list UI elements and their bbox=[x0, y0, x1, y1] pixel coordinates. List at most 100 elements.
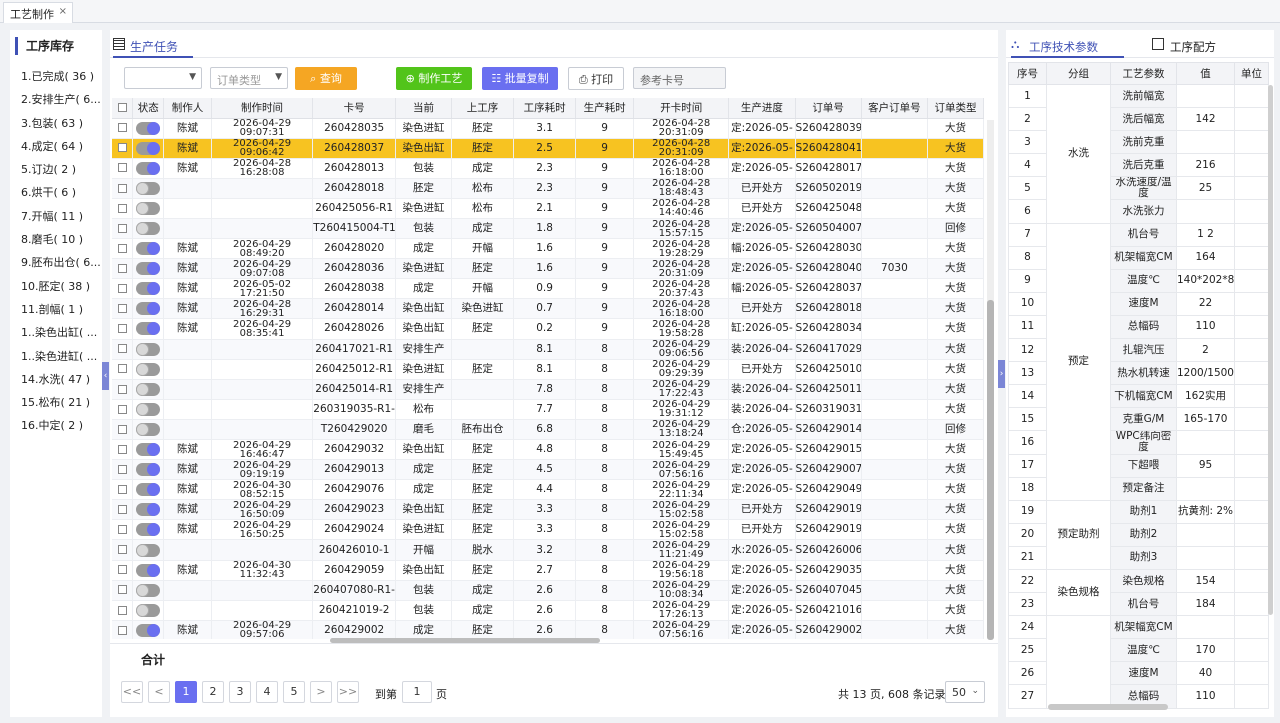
process-list-item[interactable]: 1.已完成( 36 ) bbox=[10, 65, 102, 88]
status-cell[interactable] bbox=[132, 580, 165, 601]
row-select-cell[interactable] bbox=[112, 158, 134, 179]
process-list-item[interactable]: 4.成定( 64 ) bbox=[10, 135, 102, 158]
process-list-item[interactable]: 14.水洗( 47 ) bbox=[10, 368, 102, 391]
table-row[interactable]: 陈斌 2026-04-29 09:07:31 260428035 染色进缸 胚定 3.1 9… bbox=[112, 118, 984, 139]
table-row[interactable]: 陈斌 2026-04-29 09:07:08 260428036 染色进缸 胚定 1.6 9… bbox=[112, 258, 984, 280]
card-number-input[interactable]: 参考卡号 bbox=[633, 67, 726, 89]
status-cell[interactable] bbox=[132, 278, 165, 300]
status-cell[interactable] bbox=[132, 620, 165, 639]
row-checkbox[interactable] bbox=[117, 525, 127, 535]
table-row[interactable]: 260319035-R1-R1松布 7.782026-04-29 19:31:12… bbox=[112, 399, 984, 420]
param-value[interactable] bbox=[1176, 130, 1235, 155]
process-list-item[interactable]: 11.剖幅( 1 ) bbox=[10, 298, 102, 321]
status-cell[interactable] bbox=[132, 339, 165, 360]
row-checkbox[interactable] bbox=[117, 163, 127, 173]
row-checkbox[interactable] bbox=[117, 384, 127, 394]
grid-vertical-scrollbar[interactable] bbox=[987, 120, 994, 640]
row-select-cell[interactable] bbox=[112, 620, 134, 639]
table-row[interactable]: T260415004-T1 包装 成定 1.8 9 2026-04-28 15:57:15… bbox=[112, 218, 984, 240]
tab-process-making[interactable]: 工艺制作 × bbox=[3, 2, 73, 23]
table-row[interactable]: 陈斌 2026-04-30 08:52:15 260429076 成定 胚定 4.4 8 20… bbox=[112, 479, 984, 501]
table-row[interactable]: 陈斌 2026-04-29 08:49:20 260428020 成定 开幅 1.6 9 20… bbox=[112, 238, 984, 260]
first-page-button[interactable]: << bbox=[121, 681, 143, 703]
table-row[interactable]: 260425056-R1 染色进缸 松布 2.1 9 2026-04-28 14:40:4… bbox=[112, 198, 984, 219]
status-toggle[interactable] bbox=[136, 342, 161, 356]
row-select-cell[interactable] bbox=[112, 419, 134, 441]
status-toggle[interactable] bbox=[136, 302, 161, 316]
row-select-cell[interactable] bbox=[112, 439, 134, 461]
print-button[interactable]: ⎙ 打印 bbox=[568, 67, 624, 90]
row-checkbox[interactable] bbox=[117, 324, 127, 334]
table-row[interactable]: 260425014-R1 安排生产 7.8 8 2026-04-29 17:22:43 装… bbox=[112, 379, 984, 400]
row-select-cell[interactable] bbox=[112, 459, 134, 481]
param-value[interactable]: 1200/1500 bbox=[1176, 361, 1235, 386]
query-button[interactable]: ⌕ 查询 bbox=[295, 67, 357, 90]
row-checkbox[interactable] bbox=[117, 304, 127, 314]
status-toggle[interactable] bbox=[136, 503, 161, 517]
status-toggle[interactable] bbox=[136, 563, 161, 577]
row-checkbox[interactable] bbox=[117, 203, 127, 213]
status-toggle[interactable] bbox=[136, 181, 161, 195]
row-select-cell[interactable] bbox=[112, 339, 134, 360]
column-header[interactable] bbox=[112, 98, 134, 119]
status-cell[interactable] bbox=[132, 560, 165, 581]
table-row[interactable]: 陈斌 2026-04-30 11:32:43 260429059 染色出缸 胚定 2.7 8… bbox=[112, 560, 984, 581]
params-horizontal-scrollbar[interactable] bbox=[1048, 704, 1168, 710]
tab-production-task[interactable]: 生产任务 bbox=[113, 32, 193, 58]
row-checkbox[interactable] bbox=[117, 223, 127, 233]
param-value[interactable]: 165-170 bbox=[1176, 407, 1235, 432]
row-select-cell[interactable] bbox=[112, 379, 134, 400]
row-checkbox[interactable] bbox=[117, 344, 127, 354]
table-row[interactable]: 陈斌 2026-04-29 09:57:06 260429002 成定 胚定 2.6 8 20… bbox=[112, 620, 984, 639]
row-select-cell[interactable] bbox=[112, 479, 134, 501]
table-row[interactable]: 陈斌 2026-04-28 16:29:31 260428014 染色出缸 染色进缸 0.… bbox=[112, 298, 984, 320]
status-toggle[interactable] bbox=[136, 242, 161, 256]
param-value[interactable]: 40 bbox=[1176, 661, 1235, 686]
param-value[interactable]: 142 bbox=[1176, 107, 1235, 132]
table-row[interactable]: 陈斌 2026-04-28 16:28:08 260428013 包装 成定 2.3 9 20… bbox=[112, 158, 984, 179]
status-toggle[interactable] bbox=[136, 603, 161, 617]
status-cell[interactable] bbox=[132, 178, 165, 199]
row-checkbox[interactable] bbox=[117, 243, 127, 253]
param-value[interactable]: 110 bbox=[1176, 684, 1235, 709]
param-value[interactable]: 抗黄剂: 2% bbox=[1176, 499, 1235, 524]
param-value[interactable]: 22 bbox=[1176, 291, 1235, 316]
row-select-cell[interactable] bbox=[112, 218, 134, 240]
status-toggle[interactable] bbox=[136, 463, 161, 477]
table-row[interactable]: 260425012-R1 染色进缸 胚定 8.1 8 2026-04-29 09:29:3… bbox=[112, 359, 984, 380]
table-row[interactable]: 陈斌 2026-04-29 09:06:42 260428037 染色出缸 胚定 2.5 9… bbox=[112, 138, 984, 159]
table-row[interactable]: T260429020 磨毛 胚布出仓 6.8 8 2026-04-29 13:18:24 仓… bbox=[112, 419, 984, 441]
row-select-cell[interactable] bbox=[112, 318, 134, 340]
status-cell[interactable] bbox=[132, 379, 165, 400]
table-row[interactable]: 陈斌 2026-04-29 16:46:47 260429032 染色出缸 胚定 4.8 8… bbox=[112, 439, 984, 461]
table-row[interactable]: 260417021-R1 安排生产 8.1 8 2026-04-29 09:06:56 装… bbox=[112, 339, 984, 360]
row-select-cell[interactable] bbox=[112, 600, 134, 621]
table-row[interactable]: 260407080-R1-R1包装成定2.682026-04-29 10:08:… bbox=[112, 580, 984, 601]
page-3-button[interactable]: 3 bbox=[229, 681, 251, 703]
status-cell[interactable] bbox=[132, 158, 165, 179]
row-select-cell[interactable] bbox=[112, 278, 134, 300]
param-value[interactable] bbox=[1176, 430, 1235, 455]
row-checkbox[interactable] bbox=[117, 625, 127, 635]
status-cell[interactable] bbox=[132, 479, 165, 501]
status-toggle[interactable] bbox=[136, 543, 161, 557]
process-list-item[interactable]: 8.磨毛( 10 ) bbox=[10, 228, 102, 251]
page-4-button[interactable]: 4 bbox=[256, 681, 278, 703]
status-toggle[interactable] bbox=[136, 282, 161, 296]
table-row[interactable]: 260428018 胚定 松布 2.3 9 2026-04-28 18:48:43 已开处方… bbox=[112, 178, 984, 199]
status-cell[interactable] bbox=[132, 519, 165, 541]
row-checkbox[interactable] bbox=[117, 123, 127, 133]
table-row[interactable]: 260421019-2 包装 成定 2.6 8 2026-04-29 17:26:13 定:… bbox=[112, 600, 984, 621]
next-page-button[interactable]: > bbox=[310, 681, 332, 703]
process-list-item[interactable]: 5.订边( 2 ) bbox=[10, 158, 102, 181]
status-cell[interactable] bbox=[132, 138, 165, 159]
page-5-button[interactable]: 5 bbox=[283, 681, 305, 703]
row-checkbox[interactable] bbox=[117, 545, 127, 555]
page-size-select[interactable]: 50 ⌄ bbox=[945, 681, 985, 703]
status-cell[interactable] bbox=[132, 298, 165, 320]
process-list-item[interactable]: 7.开幅( 11 ) bbox=[10, 205, 102, 228]
param-value[interactable] bbox=[1176, 522, 1235, 547]
row-select-cell[interactable] bbox=[112, 580, 134, 601]
row-checkbox[interactable] bbox=[117, 565, 127, 575]
row-select-cell[interactable] bbox=[112, 560, 134, 581]
